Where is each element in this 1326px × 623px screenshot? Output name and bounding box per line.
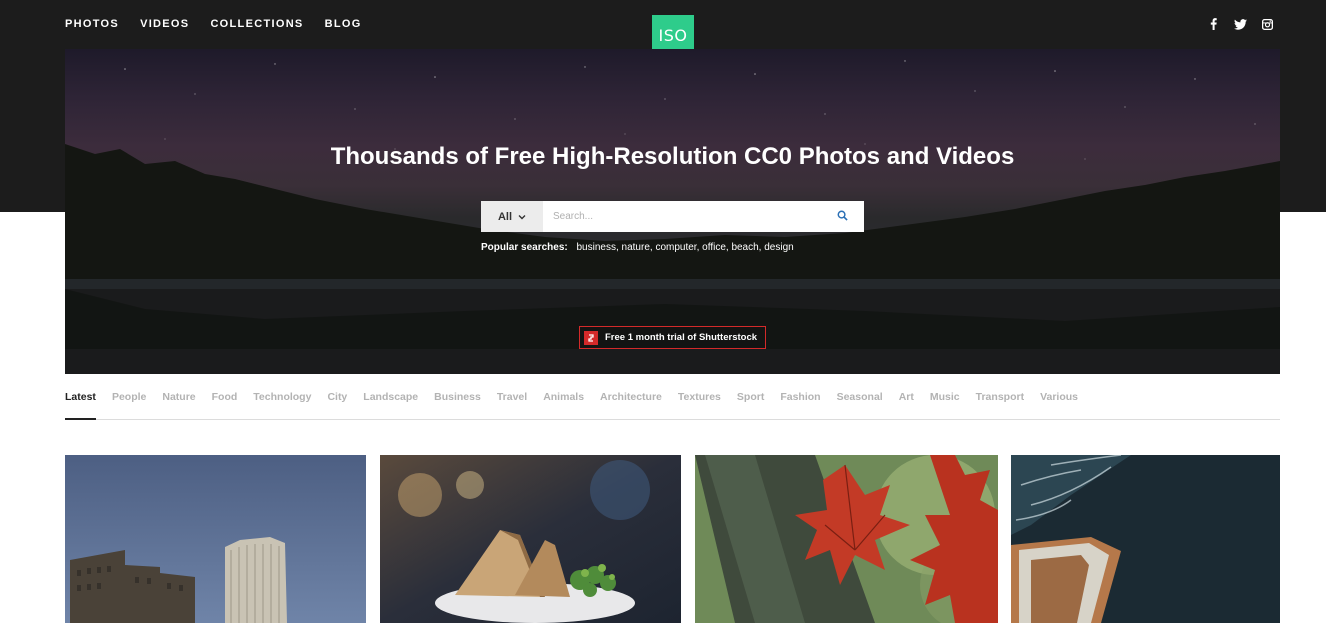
nav-collections[interactable]: COLLECTIONS bbox=[210, 18, 303, 30]
tab-music[interactable]: Music bbox=[930, 391, 960, 420]
search-button[interactable] bbox=[821, 201, 864, 232]
photo-image bbox=[380, 455, 681, 623]
popular-searches: Popular searches: business, nature, comp… bbox=[481, 242, 794, 253]
popular-term[interactable]: office, bbox=[702, 242, 729, 253]
search-scope-dropdown[interactable]: All bbox=[481, 201, 543, 232]
search-input[interactable] bbox=[543, 201, 821, 232]
shutterstock-promo-button[interactable]: Free 1 month trial of Shutterstock bbox=[579, 326, 766, 349]
category-tabs: Latest People Nature Food Technology Cit… bbox=[65, 391, 1280, 420]
popular-term[interactable]: business, bbox=[577, 242, 619, 253]
search-icon bbox=[837, 208, 848, 226]
tab-art[interactable]: Art bbox=[899, 391, 914, 420]
main-nav: PHOTOS VIDEOS COLLECTIONS BLOG bbox=[65, 18, 362, 30]
facebook-icon[interactable] bbox=[1206, 17, 1220, 31]
popular-term[interactable]: computer, bbox=[655, 242, 699, 253]
tab-seasonal[interactable]: Seasonal bbox=[837, 391, 883, 420]
photo-image bbox=[695, 455, 998, 623]
nav-blog[interactable]: BLOG bbox=[325, 18, 362, 30]
search-scope-label: All bbox=[497, 210, 513, 223]
shutterstock-icon bbox=[584, 330, 598, 345]
tab-technology[interactable]: Technology bbox=[253, 391, 311, 420]
hero-title: Thousands of Free High-Resolution CC0 Ph… bbox=[330, 143, 1015, 170]
photo-tile-leaves[interactable] bbox=[695, 455, 998, 623]
photo-tile-food[interactable] bbox=[380, 455, 681, 623]
nav-videos[interactable]: VIDEOS bbox=[140, 18, 189, 30]
instagram-icon[interactable] bbox=[1260, 17, 1274, 31]
photo-image bbox=[65, 455, 366, 623]
tab-animals[interactable]: Animals bbox=[543, 391, 584, 420]
tab-nature[interactable]: Nature bbox=[162, 391, 195, 420]
chevron-down-icon bbox=[518, 211, 526, 223]
tab-sport[interactable]: Sport bbox=[737, 391, 764, 420]
tab-various[interactable]: Various bbox=[1040, 391, 1078, 420]
nav-photos[interactable]: PHOTOS bbox=[65, 18, 119, 30]
tab-transport[interactable]: Transport bbox=[976, 391, 1024, 420]
tab-fashion[interactable]: Fashion bbox=[780, 391, 820, 420]
popular-searches-label: Popular searches: bbox=[481, 242, 568, 253]
tab-landscape[interactable]: Landscape bbox=[363, 391, 418, 420]
popular-term[interactable]: beach, bbox=[731, 242, 761, 253]
twitter-icon[interactable] bbox=[1233, 17, 1247, 31]
tab-people[interactable]: People bbox=[112, 391, 146, 420]
promo-text: Free 1 month trial of Shutterstock bbox=[605, 332, 758, 343]
social-links bbox=[1206, 17, 1274, 31]
tab-food[interactable]: Food bbox=[212, 391, 238, 420]
tab-travel[interactable]: Travel bbox=[497, 391, 527, 420]
tab-textures[interactable]: Textures bbox=[678, 391, 721, 420]
photo-image bbox=[1011, 455, 1280, 623]
photo-tile-boat[interactable] bbox=[1011, 455, 1280, 623]
tab-latest[interactable]: Latest bbox=[65, 391, 96, 420]
tab-business[interactable]: Business bbox=[434, 391, 481, 420]
photo-tile-buildings[interactable] bbox=[65, 455, 366, 623]
popular-term[interactable]: nature, bbox=[622, 242, 653, 253]
hero-banner: Thousands of Free High-Resolution CC0 Ph… bbox=[65, 49, 1280, 374]
popular-term[interactable]: design bbox=[764, 242, 793, 253]
tab-city[interactable]: City bbox=[327, 391, 347, 420]
search-bar: All bbox=[481, 201, 864, 232]
tab-architecture[interactable]: Architecture bbox=[600, 391, 662, 420]
